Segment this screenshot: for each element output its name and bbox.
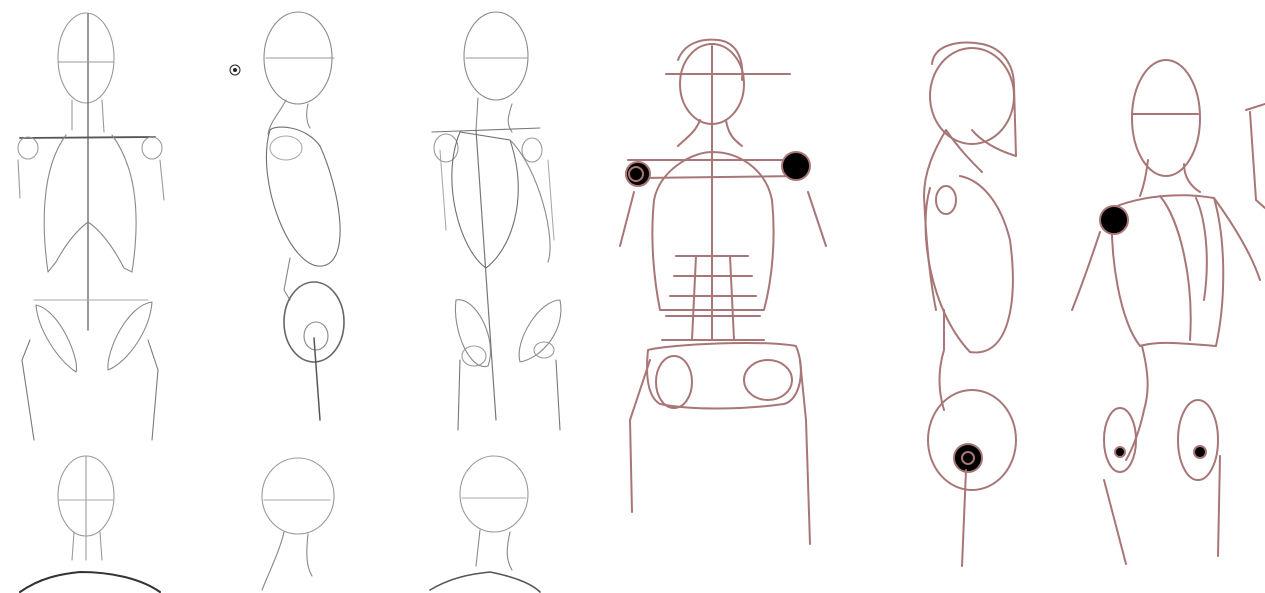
front-torso-sketch <box>17 12 165 441</box>
three-quarter-torso-sketch <box>431 11 562 431</box>
target-cursor-icon <box>229 64 241 76</box>
drawing-canvas[interactable] <box>0 0 1265 593</box>
overlay-front-torso <box>619 38 827 545</box>
digital-overlay-sheet <box>600 0 1265 593</box>
side-torso-sketch <box>263 11 345 421</box>
bottom-row-head-sketches <box>19 455 541 593</box>
pencil-sketch-sheet <box>0 0 600 593</box>
overlay-side-torso <box>923 41 1017 567</box>
overlay-partial-figure <box>1245 103 1265 209</box>
overlay-sketch-svg <box>619 38 1265 567</box>
pencil-sketch-svg <box>17 11 562 593</box>
overlay-three-quarter-torso <box>1071 59 1261 565</box>
